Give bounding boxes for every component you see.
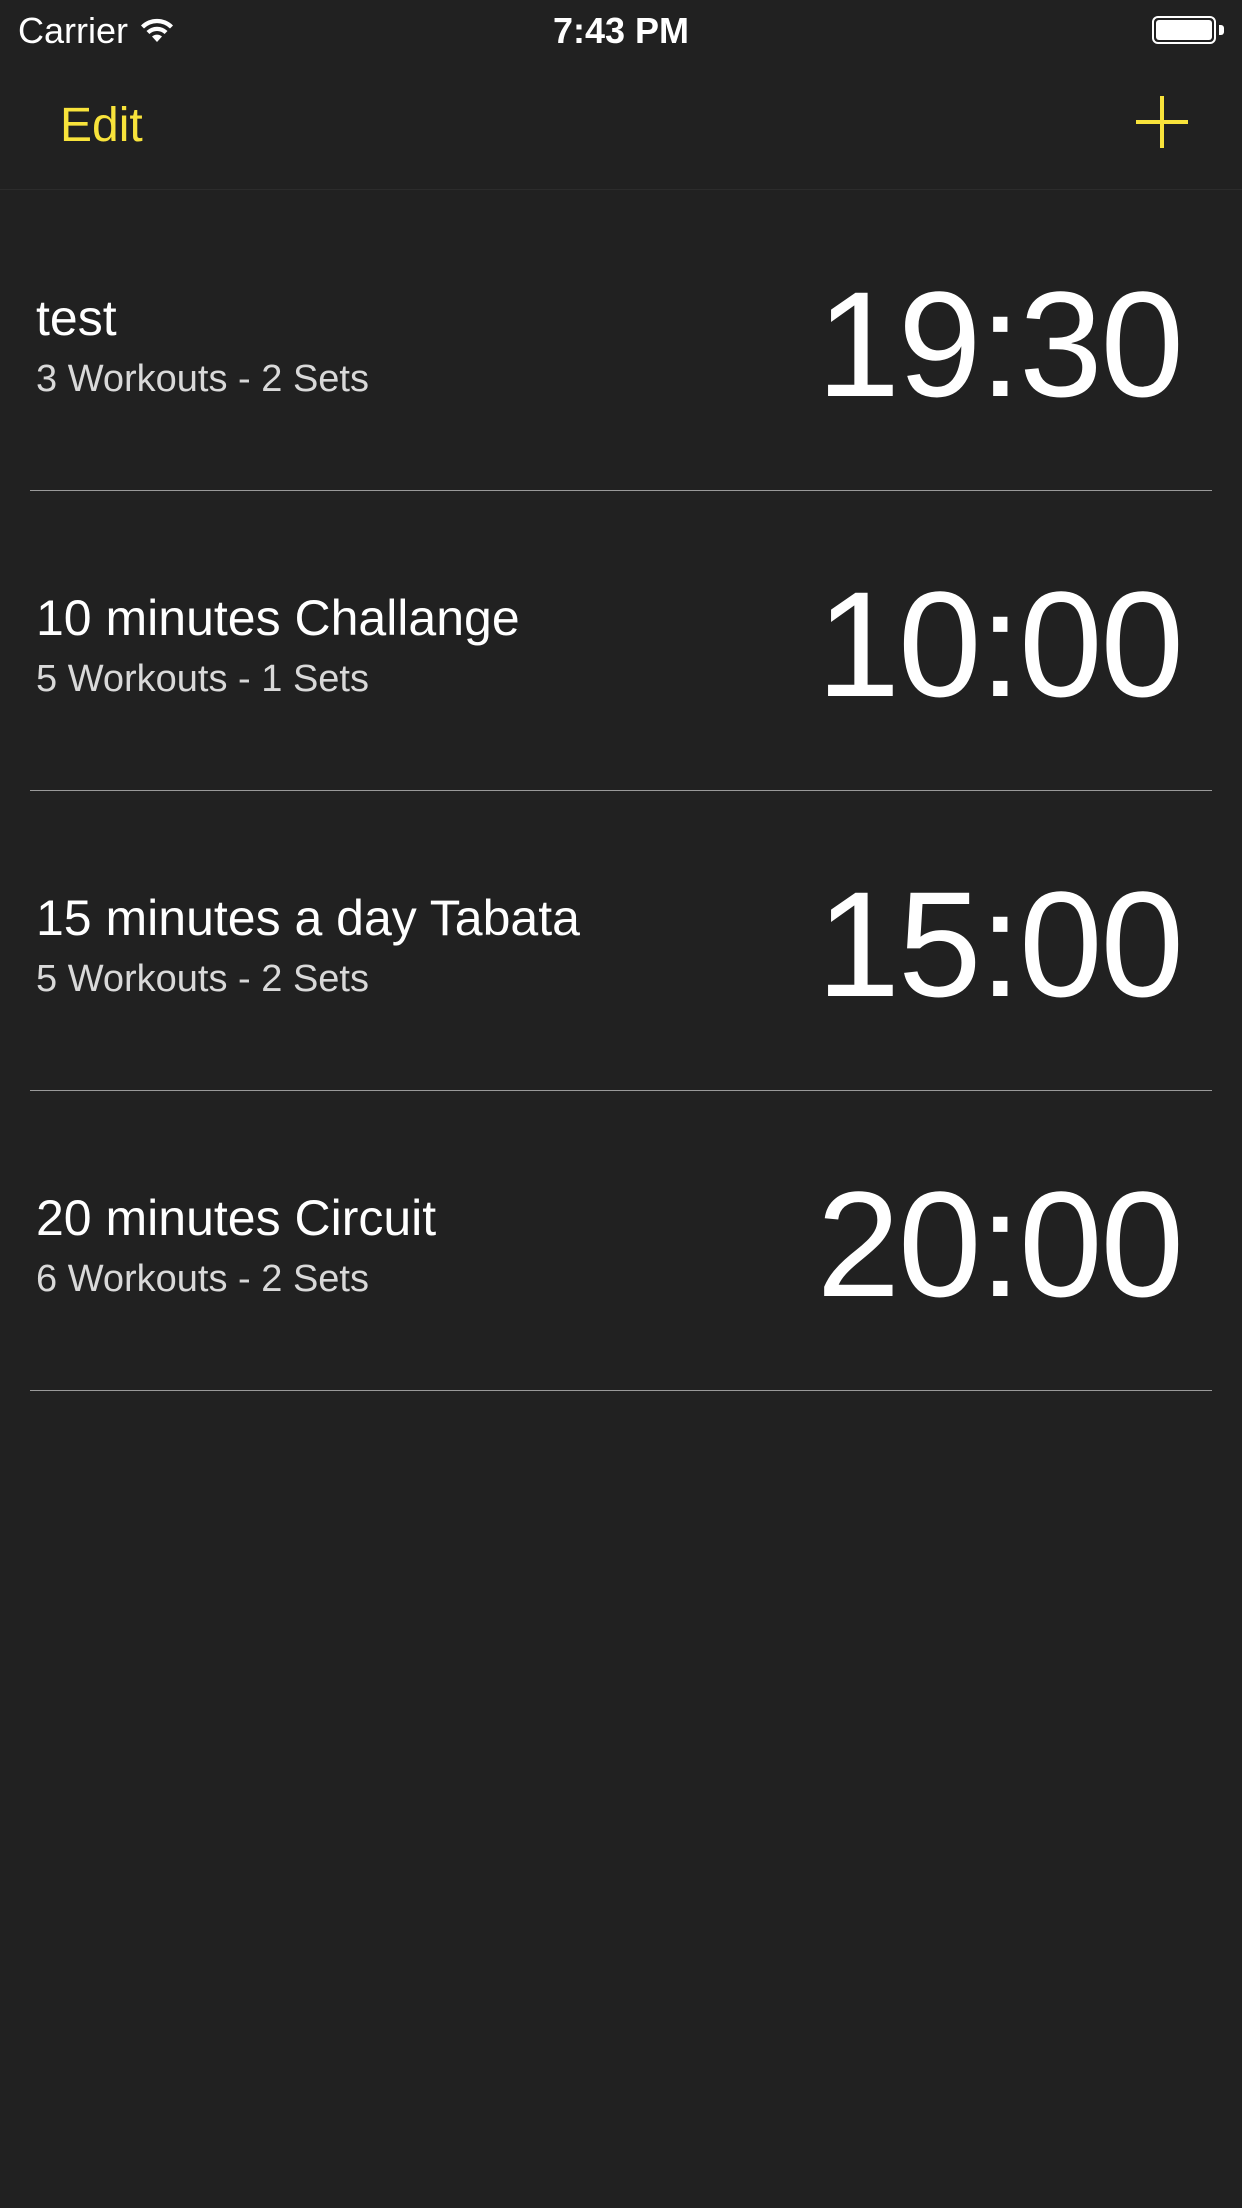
workout-row[interactable]: 10 minutes Challange 5 Workouts - 1 Sets… <box>0 491 1242 791</box>
workout-title: test <box>36 290 117 346</box>
status-bar: Carrier 7:43 PM <box>0 0 1242 60</box>
workout-list: test 3 Workouts - 2 Sets 19:30 10 minute… <box>0 191 1242 1391</box>
workout-title: 15 minutes a day Tabata <box>36 890 580 946</box>
battery-icon <box>1152 16 1224 46</box>
workout-row[interactable]: test 3 Workouts - 2 Sets 19:30 <box>0 191 1242 491</box>
workout-summary: 5 Workouts - 1 Sets <box>36 658 369 700</box>
workout-title: 10 minutes Challange <box>36 590 520 646</box>
workout-duration: 10:00 <box>816 560 1184 728</box>
workout-duration: 20:00 <box>816 1160 1184 1328</box>
edit-button[interactable]: Edit <box>60 98 143 153</box>
add-button[interactable] <box>1134 94 1190 150</box>
status-time: 7:43 PM <box>552 10 690 51</box>
workout-summary: 6 Workouts - 2 Sets <box>36 1258 369 1300</box>
workout-row[interactable]: 15 minutes a day Tabata 5 Workouts - 2 S… <box>0 791 1242 1091</box>
workout-summary: 5 Workouts - 2 Sets <box>36 958 369 1000</box>
workout-summary: 3 Workouts - 2 Sets <box>36 358 369 400</box>
screen: Carrier 7:43 PM Edit test 3 Workouts - 2… <box>0 0 1242 2208</box>
nav-bar: Edit <box>0 60 1242 190</box>
workout-title: 20 minutes Circuit <box>36 1190 437 1246</box>
row-divider <box>30 1390 1212 1391</box>
workout-row[interactable]: 20 minutes Circuit 6 Workouts - 2 Sets 2… <box>0 1091 1242 1391</box>
workout-duration: 15:00 <box>816 860 1184 1028</box>
battery-fill <box>1156 20 1212 40</box>
plus-icon <box>1134 94 1190 150</box>
workout-duration: 19:30 <box>816 260 1184 428</box>
